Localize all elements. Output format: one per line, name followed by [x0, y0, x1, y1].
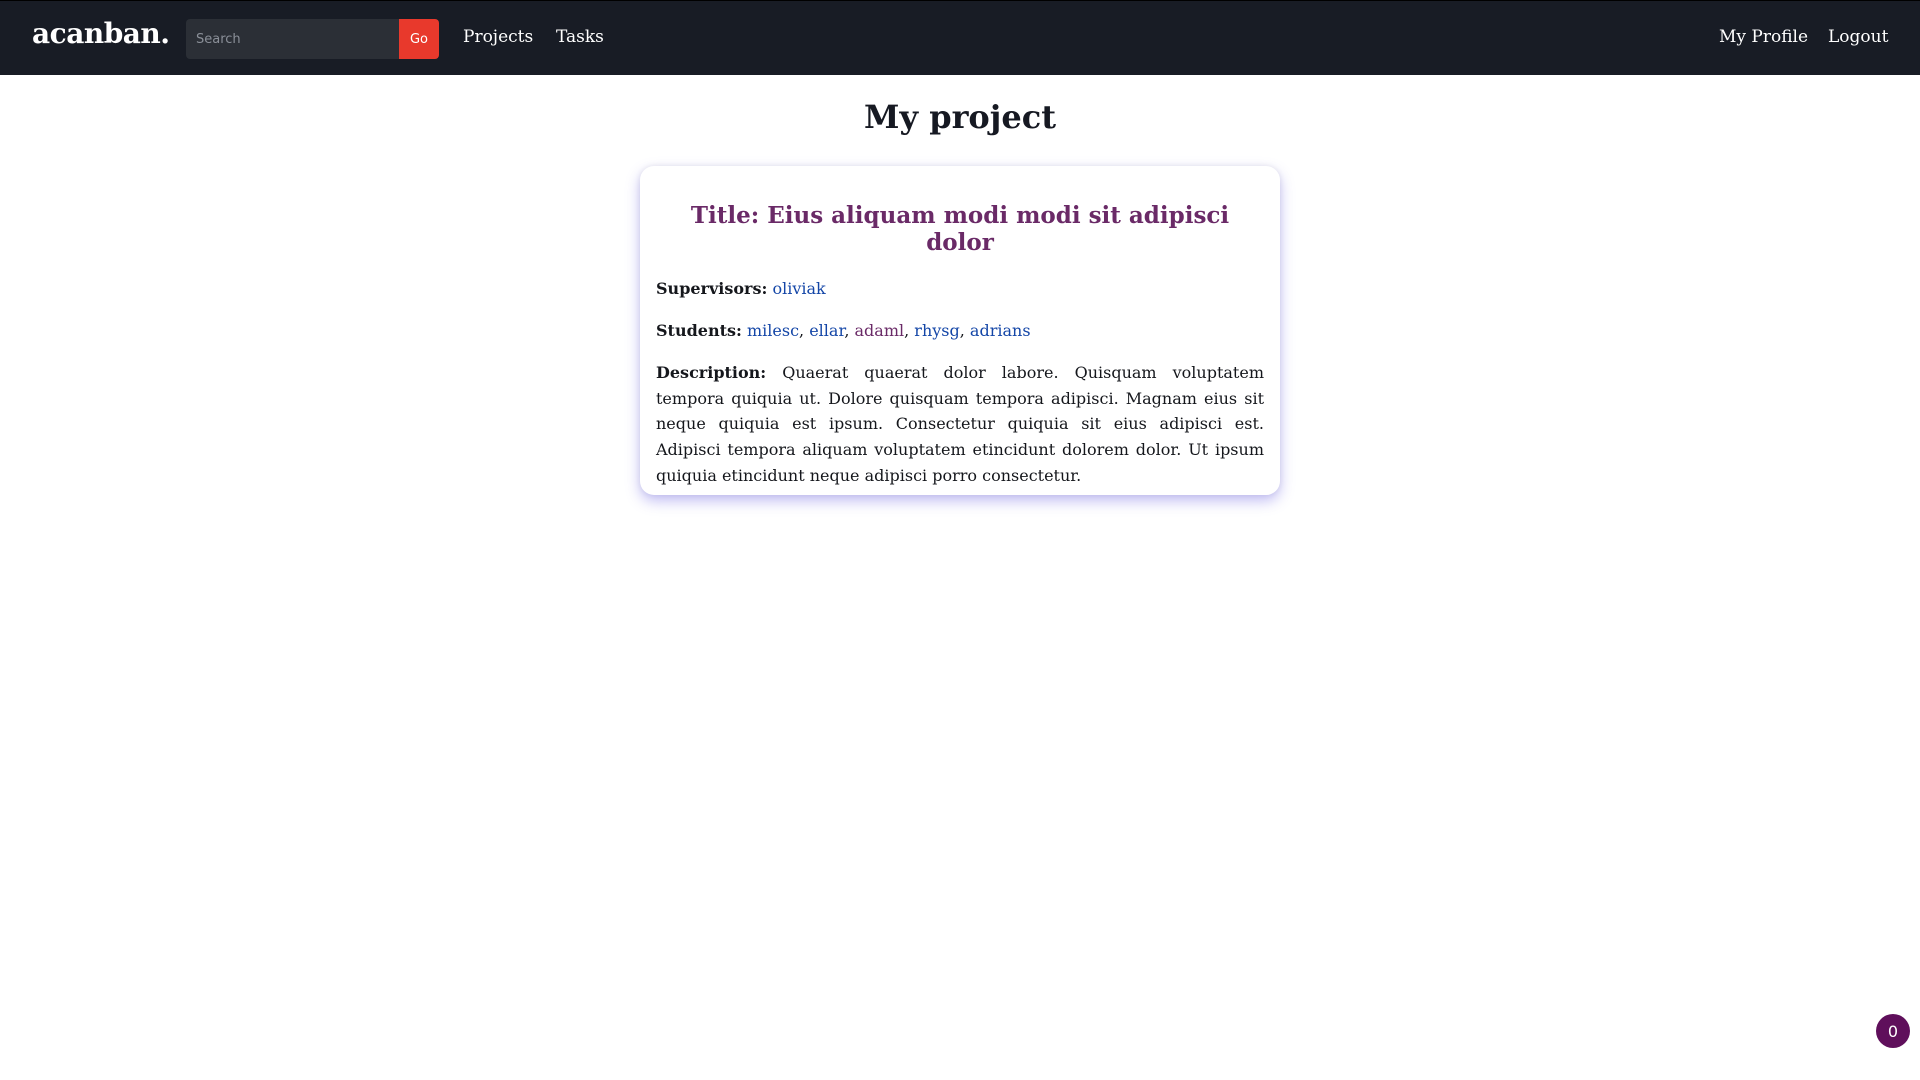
search-form: Go: [186, 19, 439, 59]
notification-badge[interactable]: 0: [1876, 1014, 1910, 1048]
supervisors-label: Supervisors:: [656, 279, 768, 298]
description-field: Description: Quaerat quaerat dolor labor…: [656, 360, 1264, 489]
student-link[interactable]: adaml: [855, 321, 905, 340]
students-label: Students:: [656, 321, 742, 340]
search-go-button[interactable]: Go: [399, 19, 439, 59]
supervisor-link[interactable]: oliviak: [772, 279, 825, 298]
page-title: My project: [864, 98, 1056, 136]
student-link[interactable]: rhysg: [914, 321, 959, 340]
student-link[interactable]: milesc: [747, 321, 799, 340]
students-field: Students: milesc, ellar, adaml, rhysg, a…: [656, 321, 1031, 340]
project-title: Title: Eius aliquam modi modi sit adipis…: [690, 202, 1230, 256]
top-navbar: acanban. Go Projects Tasks My Profile Lo…: [0, 0, 1920, 75]
nav-projects-link[interactable]: Projects: [463, 27, 533, 47]
nav-logout-link[interactable]: Logout: [1828, 27, 1888, 47]
supervisors-field: Supervisors: oliviak: [656, 276, 1264, 301]
nav-my-profile-link[interactable]: My Profile: [1719, 27, 1808, 47]
student-link[interactable]: ellar: [809, 321, 844, 340]
search-input[interactable]: [186, 19, 399, 59]
student-link[interactable]: adrians: [970, 321, 1031, 340]
project-card: Title: Eius aliquam modi modi sit adipis…: [640, 166, 1280, 495]
brand-logo[interactable]: acanban.: [32, 17, 170, 50]
nav-tasks-link[interactable]: Tasks: [556, 27, 604, 47]
description-label: Description:: [656, 363, 767, 382]
